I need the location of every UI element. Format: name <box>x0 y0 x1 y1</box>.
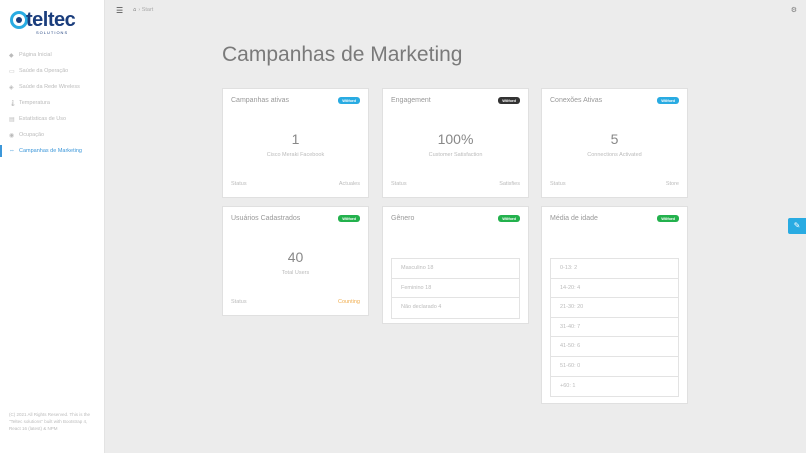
menu-icon[interactable]: ☰ <box>116 6 123 15</box>
sidebar-item-label: Temperatura <box>19 100 50 106</box>
wifi-icon: ◈ <box>9 84 14 91</box>
card-title: Usuários Cadastrados <box>231 215 301 222</box>
sidebar-item-occupancy[interactable]: ◉ Ocupação <box>0 127 104 143</box>
card-description: Cisco Meraki Facebook <box>266 152 325 158</box>
list-item: Feminino 18 <box>392 279 519 299</box>
sidebar-item-label: Saúde da Operação <box>19 68 69 74</box>
list-item: 14-20: 4 <box>551 279 678 299</box>
teltec-logo[interactable]: teltec SOLUTIONS <box>10 9 80 35</box>
card-status-label: Status <box>550 181 566 187</box>
card-conexoes-ativas: Conexões Ativas Wilford 5 Connections Ac… <box>541 88 688 198</box>
logo-text: teltec <box>26 9 76 31</box>
status-badge: Wilford <box>338 215 360 222</box>
card-genero: Gênero Wilford Masculino 18 Feminino 18 … <box>382 206 529 324</box>
list-item: Não declarado 4 <box>401 304 442 311</box>
monitor-icon: ▭ <box>9 68 15 75</box>
sidebar-item-home[interactable]: ◆ Página Inicial <box>0 47 104 63</box>
sidebar-item-wireless-health[interactable]: ◈ Saúde da Rede Wireless <box>0 79 104 95</box>
card-description: Connections Activated <box>587 152 642 158</box>
status-badge: Wilford <box>657 97 679 104</box>
card-value: 40 <box>287 249 304 265</box>
list-item: 41-50: 6 <box>551 337 678 357</box>
target-icon: ◉ <box>9 132 15 139</box>
sidebar-item-label: Página Inicial <box>19 52 52 58</box>
card-title: Engagement <box>391 97 431 104</box>
card-title: Média de idade <box>550 215 598 222</box>
sidebar-item-marketing[interactable]: ⇔ Campanhas de Marketing <box>0 143 104 159</box>
page-title: Campanhas de Marketing <box>222 43 463 66</box>
card-value: 5 <box>610 131 619 147</box>
sidebar-item-label: Ocupação <box>19 132 45 138</box>
sidebar: teltec SOLUTIONS ◆ Página Inicial ▭ Saúd… <box>0 0 105 453</box>
card-description: Customer Satisfaction <box>428 152 483 158</box>
home-icon: ◆ <box>9 52 14 59</box>
breadcrumb: ⌂ › Start <box>133 7 153 13</box>
card-title: Gênero <box>391 215 415 222</box>
glasses-icon: ⇔ <box>9 148 15 154</box>
card-status-value: Satisfies <box>499 181 520 187</box>
list-item: Masculino 18 <box>392 259 519 279</box>
list-item: 51-60: 0 <box>551 357 678 377</box>
card-status-label: Status <box>391 181 407 187</box>
card-title: Conexões Ativas <box>550 97 603 104</box>
status-badge: Wilford <box>498 215 520 222</box>
card-value: 1 <box>291 131 300 147</box>
card-status-value: Actuales <box>338 181 360 187</box>
card-description: Total Users <box>281 270 310 276</box>
pencil-icon[interactable]: ✎ <box>788 218 806 234</box>
sidebar-item-usage-stats[interactable]: ▤ Estatísticas de Uso <box>0 111 104 127</box>
card-title: Campanhas ativas <box>231 97 289 104</box>
status-badge: Wilford <box>338 97 360 104</box>
card-usuarios-cadastrados: Usuários Cadastrados Wilford 40 Total Us… <box>222 206 369 316</box>
list-item: 31-40: 7 <box>551 318 678 338</box>
card-value: 100% <box>437 131 474 147</box>
card-status-label: Status <box>231 181 247 187</box>
bar-chart-icon: ▤ <box>9 116 15 123</box>
sidebar-item-temperature[interactable]: 🌡 Temperatura <box>0 95 104 111</box>
thermometer-icon: 🌡 <box>9 100 17 107</box>
list-item: 21-30: 20 <box>551 298 678 318</box>
gear-icon[interactable]: ⚙ <box>791 6 797 14</box>
sidebar-item-label: Estatísticas de Uso <box>19 116 67 122</box>
breadcrumb-current[interactable]: Start <box>142 7 154 13</box>
idade-list: 0-13: 2 14-20: 4 21-30: 20 31-40: 7 41-5… <box>550 258 679 398</box>
card-status-value: Store <box>665 181 679 187</box>
list-item: 0-13: 2 <box>551 259 678 279</box>
sidebar-item-label: Campanhas de Marketing <box>19 148 82 154</box>
sidebar-footer: (C) 2021 All Rights Reserved. This is th… <box>9 412 90 431</box>
topbar: ☰ ⌂ › Start ⚙ <box>105 0 806 22</box>
genero-list: Masculino 18 Feminino 18 Não declarado 4 <box>391 258 520 319</box>
status-badge: Wilford <box>657 215 679 222</box>
sidebar-item-label: Saúde da Rede Wireless <box>19 84 80 90</box>
card-media-idade: Média de idade Wilford 0-13: 2 14-20: 4 … <box>541 206 688 404</box>
status-badge: Wilford <box>498 97 520 104</box>
sidebar-item-operation-health[interactable]: ▭ Saúde da Operação <box>0 63 104 79</box>
sidebar-nav: ◆ Página Inicial ▭ Saúde da Operação ◈ S… <box>0 47 104 159</box>
home-icon[interactable]: ⌂ <box>133 7 136 13</box>
list-item: +60: 1 <box>560 382 576 389</box>
card-campanhas-ativas: Campanhas ativas Wilford 1 Cisco Meraki … <box>222 88 369 198</box>
logo-subtext: SOLUTIONS <box>36 30 69 35</box>
card-status-value: Counting <box>337 299 360 305</box>
card-engagement: Engagement Wilford 100% Customer Satisfa… <box>382 88 529 198</box>
card-status-label: Status <box>231 299 247 305</box>
